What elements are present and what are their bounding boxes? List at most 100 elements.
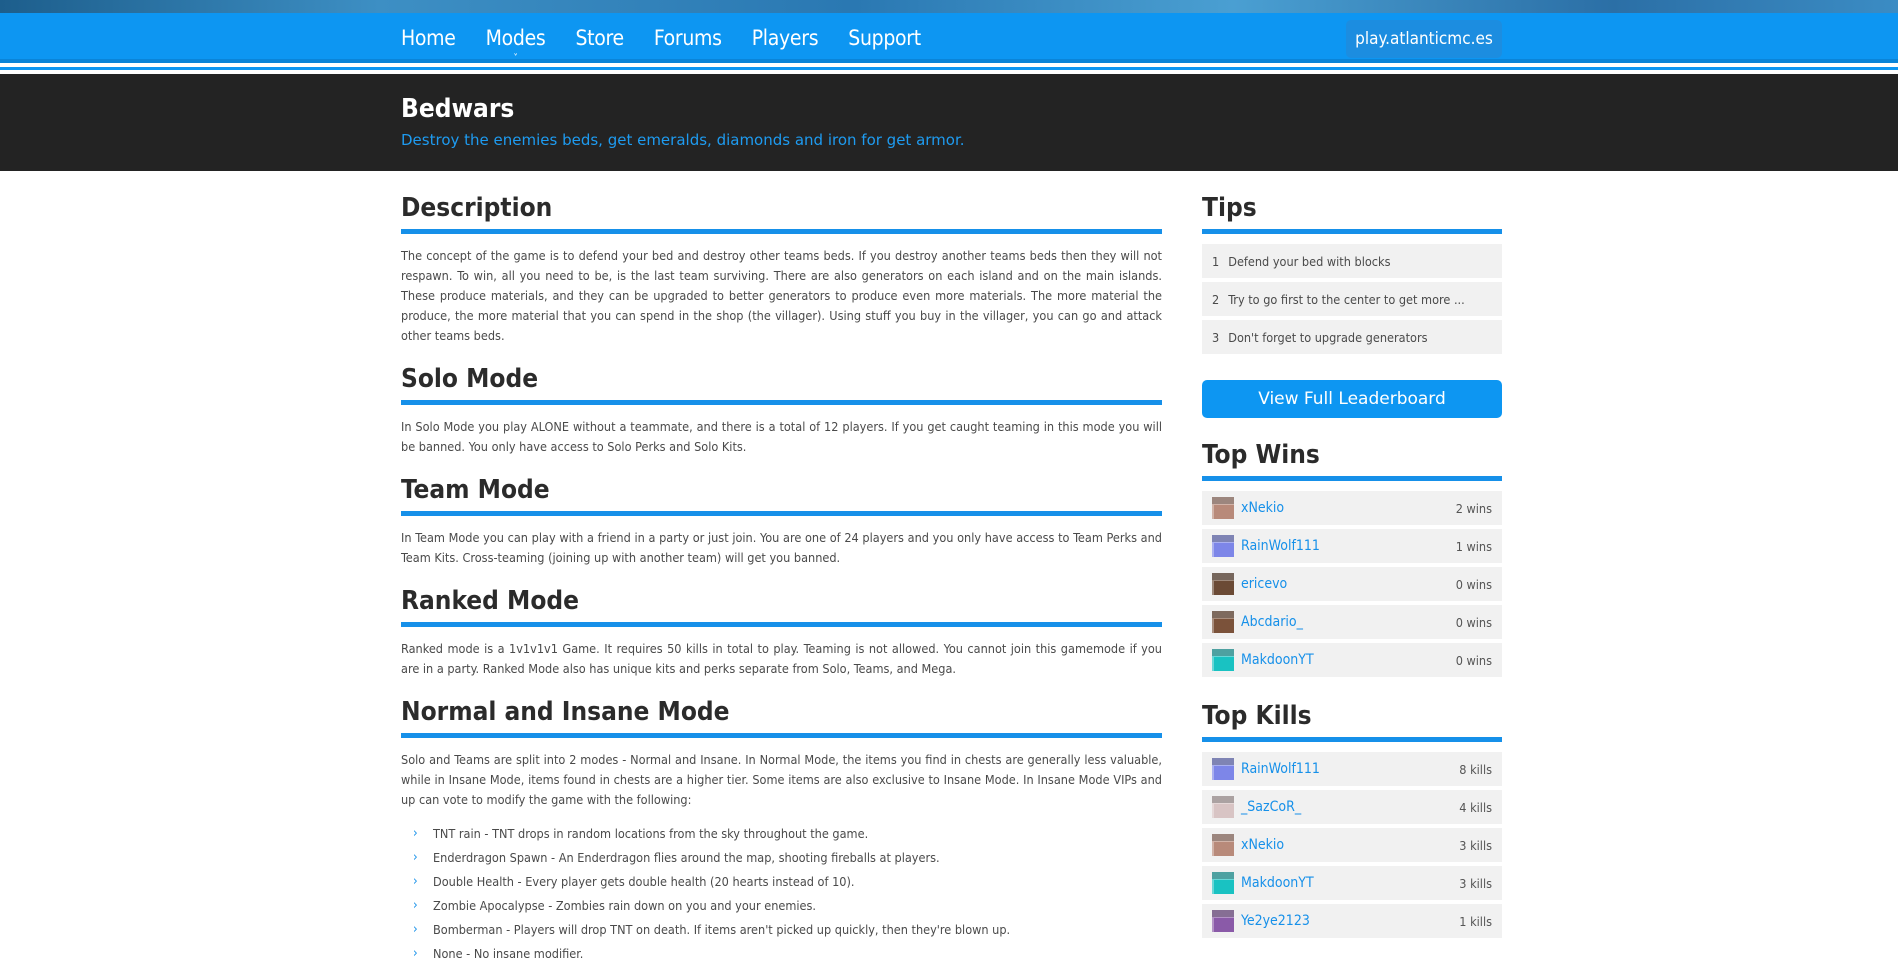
player-name-link[interactable]: Abcdario_ bbox=[1241, 614, 1456, 630]
modifier-text: Zombie Apocalypse - Zombies rain down on… bbox=[433, 898, 817, 913]
player-stat: 8 kills bbox=[1459, 761, 1492, 777]
page-subtitle: Destroy the enemies beds, get emeralds, … bbox=[401, 131, 965, 149]
top-wins-list: xNekio 2 wins RainWolf111 1 wins ericevo 0 wi… bbox=[1202, 491, 1502, 677]
leaderboard-row: xNekio 3 kills bbox=[1202, 828, 1502, 862]
section-text-description: The concept of the game is to defend you… bbox=[401, 248, 1162, 343]
section-text-ranked: Ranked mode is a 1v1v1v1 Game. It requir… bbox=[401, 641, 1162, 676]
tip-text: Defend your bed with blocks bbox=[1228, 253, 1391, 269]
modifier-list: › TNT rain - TNT drops in random location… bbox=[401, 822, 1162, 966]
player-name-link[interactable]: ericevo bbox=[1241, 576, 1456, 592]
nav-modes[interactable]: Modes ˅ bbox=[485, 26, 546, 64]
list-item: › TNT rain - TNT drops in random location… bbox=[401, 822, 1162, 846]
leaderboard-row: RainWolf111 1 wins bbox=[1202, 529, 1502, 563]
player-name-link[interactable]: xNekio bbox=[1241, 837, 1459, 853]
leaderboard-row: ericevo 0 wins bbox=[1202, 567, 1502, 601]
view-leaderboard-label: View Full Leaderboard bbox=[1258, 389, 1446, 409]
chevron-right-icon: › bbox=[413, 874, 418, 889]
main-nav: Home Modes ˅ Store Forums Players Support bbox=[401, 13, 951, 64]
chevron-right-icon: › bbox=[413, 850, 418, 865]
tip-number: 2 bbox=[1212, 291, 1220, 307]
main-content: Description The concept of the game is t… bbox=[401, 193, 1162, 966]
leaderboard-row: MakdoonYT 0 wins bbox=[1202, 643, 1502, 677]
section-text-insane: Solo and Teams are split into 2 modes - … bbox=[401, 752, 1162, 807]
section-title-insane: Normal and Insane Mode bbox=[401, 697, 1162, 738]
list-item: › Bomberman - Players will drop TNT on de… bbox=[401, 918, 1162, 942]
player-stat: 3 kills bbox=[1459, 875, 1492, 891]
view-leaderboard-button[interactable]: View Full Leaderboard bbox=[1202, 380, 1502, 418]
player-name-link[interactable]: RainWolf111 bbox=[1241, 538, 1456, 554]
section-text-team: In Team Mode you can play with a friend … bbox=[401, 530, 1162, 565]
player-stat: 2 wins bbox=[1455, 500, 1492, 516]
list-item: › Double Health - Every player gets doubl… bbox=[401, 870, 1162, 894]
player-name-link[interactable]: xNekio bbox=[1241, 500, 1456, 516]
player-stat: 1 wins bbox=[1455, 538, 1492, 554]
tip-item: 3 Don't forget to upgrade generators bbox=[1202, 320, 1502, 354]
header-banner-image bbox=[0, 0, 1898, 13]
top-wins-title: Top Wins bbox=[1202, 440, 1502, 481]
tip-text: Don't forget to upgrade generators bbox=[1228, 329, 1428, 345]
nav-modes-label: Modes bbox=[485, 26, 546, 50]
chevron-right-icon: › bbox=[413, 826, 418, 841]
section-title-team: Team Mode bbox=[401, 475, 1162, 516]
nav-players-label: Players bbox=[751, 26, 819, 50]
tip-number: 1 bbox=[1212, 253, 1220, 269]
modifier-text: Double Health - Every player gets double… bbox=[433, 874, 855, 889]
avatar bbox=[1212, 573, 1234, 595]
player-name-link[interactable]: MakdoonYT bbox=[1241, 652, 1456, 668]
avatar bbox=[1212, 497, 1234, 519]
navbar-underline bbox=[0, 67, 1898, 70]
player-stat: 0 wins bbox=[1455, 576, 1492, 592]
page-title: Bedwars bbox=[401, 94, 515, 124]
tip-text: Try to go first to the center to get mor… bbox=[1228, 291, 1465, 307]
player-name-link[interactable]: MakdoonYT bbox=[1241, 875, 1459, 891]
sidebar: Tips 1 Defend your bed with blocks 2 Try t… bbox=[1202, 193, 1502, 942]
chevron-right-icon: › bbox=[413, 946, 418, 961]
modifier-text: None - No insane modifier. bbox=[433, 946, 584, 961]
modifier-text: TNT rain - TNT drops in random locations… bbox=[433, 826, 869, 841]
nav-support[interactable]: Support bbox=[848, 26, 921, 50]
avatar bbox=[1212, 834, 1234, 856]
player-stat: 0 wins bbox=[1455, 614, 1492, 630]
player-name-link[interactable]: _SazCoR_ bbox=[1241, 799, 1459, 815]
player-stat: 4 kills bbox=[1459, 799, 1492, 815]
tip-item: 2 Try to go first to the center to get mo… bbox=[1202, 282, 1502, 316]
avatar bbox=[1212, 611, 1234, 633]
list-item: › Enderdragon Spawn - An Enderdragon flie… bbox=[401, 846, 1162, 870]
avatar bbox=[1212, 910, 1234, 932]
section-title-description: Description bbox=[401, 193, 1162, 234]
server-ip-label: play.atlanticmc.es bbox=[1355, 29, 1493, 49]
top-kills-list: RainWolf111 8 kills _SazCoR_ 4 kills xNekio 3… bbox=[1202, 752, 1502, 938]
leaderboard-row: MakdoonYT 3 kills bbox=[1202, 866, 1502, 900]
leaderboard-row: _SazCoR_ 4 kills bbox=[1202, 790, 1502, 824]
chevron-right-icon: › bbox=[413, 898, 418, 913]
avatar bbox=[1212, 796, 1234, 818]
leaderboard-row: Abcdario_ 0 wins bbox=[1202, 605, 1502, 639]
server-ip-button[interactable]: play.atlanticmc.es bbox=[1346, 20, 1502, 58]
avatar bbox=[1212, 649, 1234, 671]
tip-number: 3 bbox=[1212, 329, 1220, 345]
nav-store[interactable]: Store bbox=[575, 26, 624, 50]
chevron-right-icon: › bbox=[413, 922, 418, 937]
list-item: › None - No insane modifier. bbox=[401, 942, 1162, 966]
avatar bbox=[1212, 872, 1234, 894]
nav-forums[interactable]: Forums bbox=[654, 26, 722, 50]
leaderboard-row: xNekio 2 wins bbox=[1202, 491, 1502, 525]
list-item: › Zombie Apocalypse - Zombies rain down o… bbox=[401, 894, 1162, 918]
nav-players[interactable]: Players bbox=[752, 26, 819, 50]
nav-support-label: Support bbox=[848, 26, 921, 50]
nav-home[interactable]: Home bbox=[401, 26, 456, 50]
player-stat: 1 kills bbox=[1459, 913, 1492, 929]
player-name-link[interactable]: RainWolf111 bbox=[1241, 761, 1459, 777]
page-hero bbox=[0, 74, 1898, 171]
section-title-ranked: Ranked Mode bbox=[401, 586, 1162, 627]
avatar bbox=[1212, 535, 1234, 557]
nav-store-label: Store bbox=[575, 26, 624, 50]
tips-title: Tips bbox=[1202, 193, 1502, 234]
player-stat: 3 kills bbox=[1459, 837, 1492, 853]
top-kills-title: Top Kills bbox=[1202, 701, 1502, 742]
tip-item: 1 Defend your bed with blocks bbox=[1202, 244, 1502, 278]
player-name-link[interactable]: Ye2ye2123 bbox=[1241, 913, 1459, 929]
nav-home-label: Home bbox=[401, 26, 456, 50]
leaderboard-row: Ye2ye2123 1 kills bbox=[1202, 904, 1502, 938]
modifier-text: Bomberman - Players will drop TNT on dea… bbox=[433, 922, 1011, 937]
